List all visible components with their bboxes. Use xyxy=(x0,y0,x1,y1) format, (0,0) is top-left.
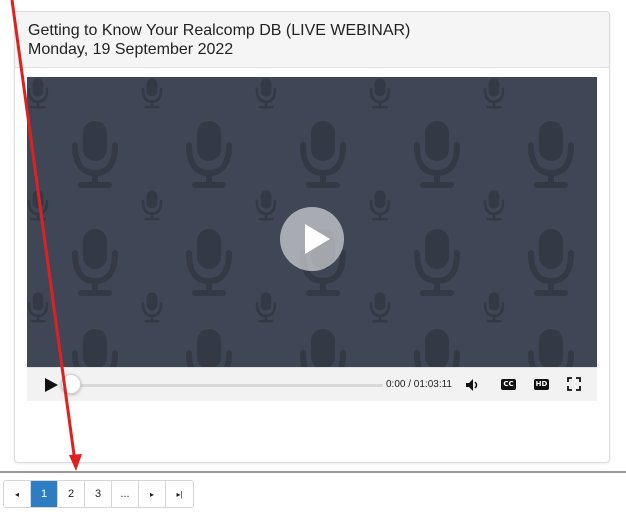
card-header: Getting to Know Your Realcomp DB (LIVE W… xyxy=(15,12,609,68)
seek-handle[interactable] xyxy=(61,374,81,394)
fullscreen-icon[interactable] xyxy=(567,377,581,391)
next-page-button[interactable]: ▸ xyxy=(139,481,166,507)
pagination: ◂ 1 2 3 ... ▸ ▸| xyxy=(3,480,194,508)
page-button-3[interactable]: 3 xyxy=(85,481,112,507)
page-ellipsis[interactable]: ... xyxy=(112,481,139,507)
hd-button[interactable]: HD xyxy=(534,379,549,390)
time-display: 0:00 / 01:03:11 xyxy=(386,379,452,390)
video-player[interactable]: 0:00 / 01:03:11 CC HD xyxy=(27,77,597,401)
play-icon[interactable] xyxy=(43,377,59,393)
volume-icon[interactable] xyxy=(465,378,479,392)
webinar-date: Monday, 19 September 2022 xyxy=(28,41,234,58)
seek-bar[interactable] xyxy=(71,384,383,387)
last-page-button[interactable]: ▸| xyxy=(166,481,193,507)
webinar-title: Getting to Know Your Realcomp DB (LIVE W… xyxy=(28,22,411,39)
play-icon xyxy=(305,224,330,254)
section-divider xyxy=(0,471,626,473)
first-page-button[interactable]: ◂ xyxy=(4,481,31,507)
play-overlay-button[interactable] xyxy=(280,207,344,271)
control-bar: 0:00 / 01:03:11 CC HD xyxy=(27,367,597,401)
page-button-1[interactable]: 1 xyxy=(31,481,58,507)
page-button-2[interactable]: 2 xyxy=(58,481,85,507)
cc-button[interactable]: CC xyxy=(501,379,516,390)
